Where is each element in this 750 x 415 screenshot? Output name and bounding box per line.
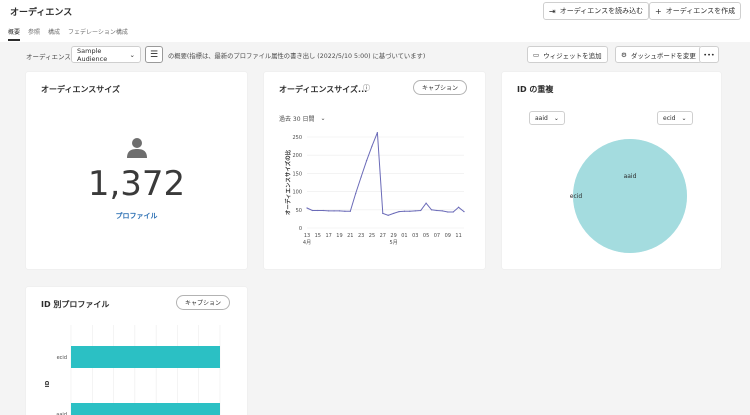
identity-overlap-card: ID の重複 aaid ⌄ ecid ⌄ aaid ecid [502,72,721,269]
edit-dashboard-button[interactable]: ⚙ ダッシュボードを変更 [615,46,702,63]
month-label: 4月 [303,240,311,246]
profiles-by-identity-card: ID 別プロファイル キャプション ecid aaid ID [26,287,247,415]
load-audience-button[interactable]: ⇥ オーディエンスを読み込む [543,2,650,20]
bar [71,403,220,415]
x-tick-label: 03 [412,233,418,239]
x-tick-label: 19 [336,233,342,239]
audience-select[interactable]: Sample Audience ⌄ [71,46,141,63]
y-tick-label: 100 [292,190,302,196]
data-point [311,209,314,212]
more-options-button[interactable]: ••• [699,46,719,63]
data-point [430,209,433,211]
summary-text: の概要(指標は、最新のプロファイル属性の書き出し (2022/5/10 5:00… [168,53,426,60]
data-point [376,132,378,134]
data-point [306,207,308,209]
data-point [387,214,389,216]
add-widget-button[interactable]: ▭ ウィジェットを追加 [527,46,608,63]
venn-label: ecid [570,193,583,200]
x-tick-label: 05 [423,233,429,239]
x-tick-label: 11 [455,233,461,239]
tab-browse[interactable]: 参照 [28,27,40,41]
bar [71,346,220,368]
data-point [365,160,368,162]
data-point [344,210,346,212]
data-point [463,211,465,213]
identity-venn-diagram: aaid ecid [570,139,687,253]
page-title: オーディエンス [10,8,73,18]
audience-size-line-chart: 0 50 100 150 200 250 13 15 17 19 21 23 25 27 29 01 03 05 0… [284,132,465,246]
chevron-down-icon: ⌄ [129,50,135,59]
data-point [457,206,460,208]
y-tick-label: 150 [292,171,302,177]
y-tick-label: 0 [299,226,302,232]
data-point [355,192,357,195]
y-tick-label: 50 [296,208,302,214]
x-tick-label: 27 [380,233,386,239]
more-icon: ••• [703,50,715,59]
data-point [420,209,422,212]
folder-icon: ▭ [533,50,540,59]
list-icon: ☰ [149,49,159,60]
tab-compositions[interactable]: 構成 [48,27,60,41]
month-label: 5月 [390,240,398,246]
x-tick-label: 09 [445,233,451,239]
audience-list-button[interactable]: ☰ [145,46,163,63]
series-line [306,132,465,216]
gear-icon: ⚙ [621,50,627,59]
venn-circle-aaid [573,139,687,253]
y-tick-label: 200 [292,153,302,159]
data-point [393,212,395,215]
x-tick-label: 29 [390,233,396,239]
plus-icon: + [655,6,662,16]
data-point [403,210,406,212]
x-tick-label: 23 [358,233,364,239]
profiles-by-identity-bar-chart: ecidaaidID [45,325,221,415]
tab-federated-compositions[interactable]: フェデレーション構成 [68,27,128,41]
data-point [333,210,335,212]
data-point [328,210,330,212]
data-point [425,202,427,204]
data-point [338,210,341,212]
card-title: オーディエンスサイズ [41,85,121,94]
audience-size-card: オーディエンスサイズ 1,372 プロファイル [26,72,247,269]
x-tick-label: 25 [369,233,375,239]
data-point [441,210,443,212]
audience-size-value: 1,372 [87,164,186,204]
data-point [414,210,416,212]
audience-size-trend-card: オーディエンスサイズ... ⓘ キャプション 過去 30 日間 ⌄ 0 50 100… [264,72,485,269]
tab-bar: 概要 参照 構成 フェデレーション構成 [8,27,128,41]
x-tick-label: 13 [304,233,310,239]
data-point [452,211,454,213]
data-point [436,209,438,212]
data-point [317,209,319,212]
header: オーディエンス ⇥ オーディエンスを読み込む + オーディエンスを作成 概要 参… [0,0,750,42]
data-point [360,176,362,178]
x-tick-label: 07 [434,233,440,239]
create-audience-button[interactable]: + オーディエンスを作成 [649,2,742,20]
data-point [371,145,373,147]
data-point [349,210,351,212]
audience-label: オーディエンス [26,53,71,61]
x-tick-label: 21 [347,233,353,239]
person-icon [127,138,147,158]
category-label: ecid [57,355,67,361]
tab-overview[interactable]: 概要 [8,27,21,41]
toolbar: オーディエンス Sample Audience ⌄ ☰ の概要(指標は、最新のプ… [0,42,750,70]
y-tick-label: 250 [292,135,302,141]
x-tick-label: 01 [401,233,407,239]
y-axis-label: オーディエンスサイズの比 [284,149,292,215]
data-point [322,209,324,212]
venn-label: aaid [624,173,637,180]
data-point [382,212,384,215]
data-point [398,211,400,213]
y-axis-label: ID [45,380,51,387]
profiles-link[interactable]: プロファイル [26,211,247,221]
x-tick-label: 15 [315,233,321,239]
x-tick-label: 17 [325,233,331,239]
data-point [447,211,449,213]
import-icon: ⇥ [549,6,556,16]
data-point [409,210,411,212]
